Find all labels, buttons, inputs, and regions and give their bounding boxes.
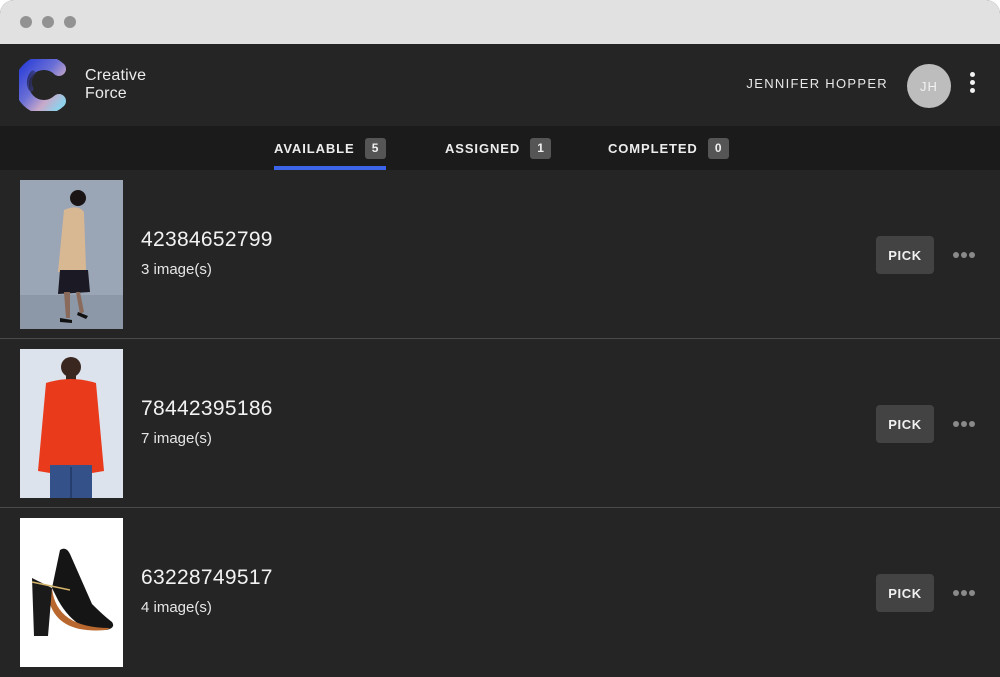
tab-label: AVAILABLE [274,140,355,156]
app-window: Creative Force JENNIFER HOPPER JH AVAILA… [0,0,1000,677]
more-horizontal-icon[interactable] [953,250,975,260]
app-header: Creative Force JENNIFER HOPPER JH [0,44,1000,126]
creative-force-logo-icon [19,59,66,111]
tab-bar: AVAILABLE 5 ASSIGNED 1 COMPLETED 0 [0,126,1000,170]
image-count: 4 image(s) [141,599,212,616]
tab-count-badge: 1 [530,137,552,159]
tab-count-badge: 5 [364,137,386,159]
tab-count-badge: 0 [707,137,729,159]
tab-assigned[interactable]: ASSIGNED 1 [445,126,552,170]
product-code: 42384652799 [141,228,273,251]
product-code: 63228749517 [141,566,273,589]
brand-name: Creative Force [85,67,146,103]
window-controls [20,16,76,28]
product-list: 42384652799 3 image(s) PICK 78442395186 … [0,170,1000,677]
tab-completed[interactable]: COMPLETED 0 [608,126,729,170]
user-name[interactable]: JENNIFER HOPPER [746,76,888,91]
pick-button[interactable]: PICK [876,405,934,443]
close-window-button[interactable] [20,16,32,28]
more-horizontal-icon[interactable] [953,588,975,598]
maximize-window-button[interactable] [64,16,76,28]
list-item[interactable]: 78442395186 7 image(s) PICK [0,339,1000,508]
pick-button[interactable]: PICK [876,574,934,612]
tab-label: ASSIGNED [445,140,521,156]
avatar[interactable]: JH [907,64,951,108]
image-count: 3 image(s) [141,261,212,278]
tab-available[interactable]: AVAILABLE 5 [274,126,386,170]
pick-button[interactable]: PICK [876,236,934,274]
title-bar [0,0,1000,44]
product-thumbnail-image [20,349,123,498]
kebab-menu-icon[interactable] [966,72,978,98]
tab-label: COMPLETED [608,140,698,156]
brand-line-2: Force [85,85,127,102]
product-thumbnail-image [20,518,123,667]
list-item[interactable]: 63228749517 4 image(s) PICK [0,508,1000,677]
list-item[interactable]: 42384652799 3 image(s) PICK [0,170,1000,339]
more-horizontal-icon[interactable] [953,419,975,429]
brand-line-1: Creative [85,67,147,84]
product-thumbnail-image [20,180,123,329]
minimize-window-button[interactable] [42,16,54,28]
product-code: 78442395186 [141,397,273,420]
image-count: 7 image(s) [141,430,212,447]
